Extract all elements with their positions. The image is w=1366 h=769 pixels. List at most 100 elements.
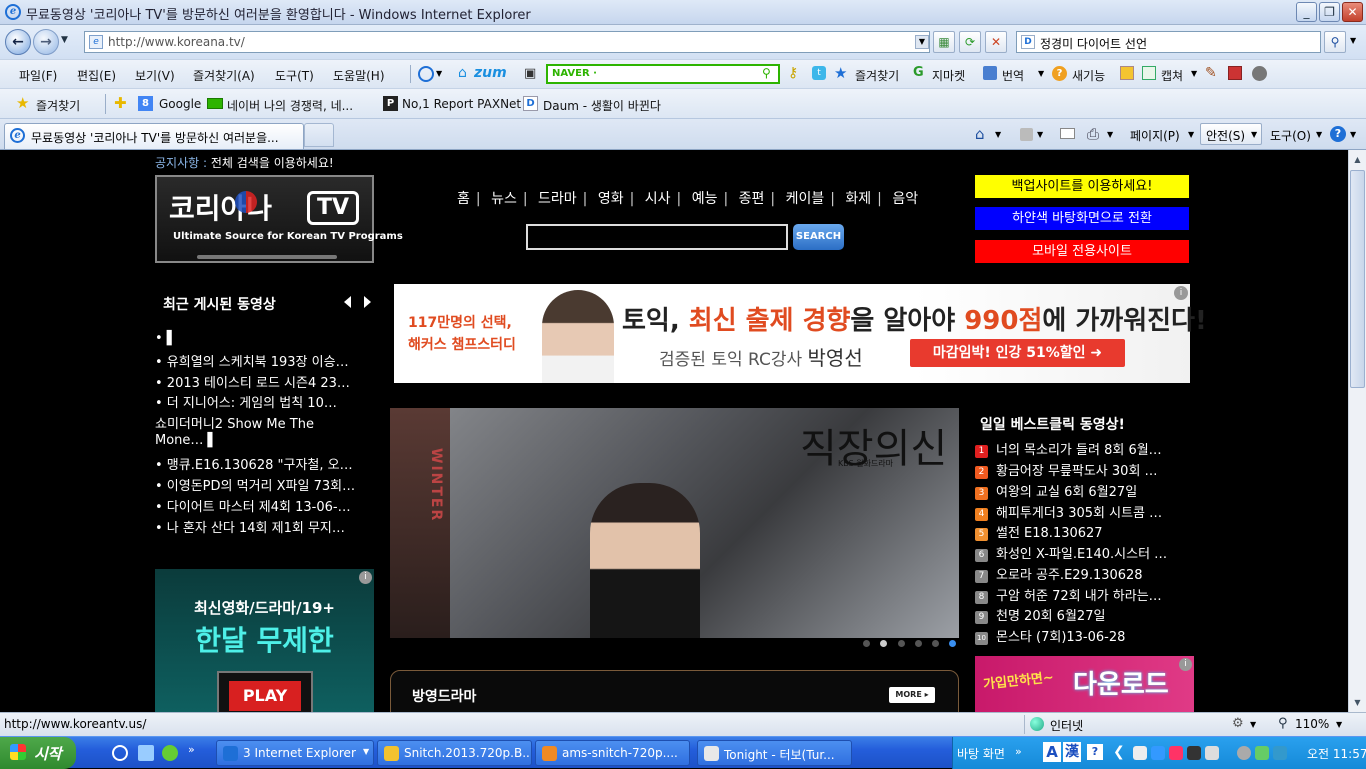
- address-dropdown-icon[interactable]: ▼: [915, 35, 929, 49]
- fav-link-paxnet[interactable]: No,1 Report PAXNet: [402, 97, 521, 111]
- best-item[interactable]: 2 황금어장 무릎팍도사 30회 …: [975, 460, 1158, 479]
- slider-dot[interactable]: [898, 640, 905, 647]
- more-button[interactable]: MORE ▸: [889, 687, 935, 703]
- nav-drama[interactable]: 드라마: [538, 191, 577, 207]
- best-item-label[interactable]: 너의 목소리가 들려 8회 6월…: [996, 443, 1162, 458]
- search-field[interactable]: D 정경미 다이어트 선언: [1016, 31, 1321, 53]
- list-item[interactable]: • 2013 테이스티 로드 시즌4 23…: [155, 372, 350, 391]
- search-options-icon[interactable]: ▼: [1350, 36, 1356, 45]
- tab-active[interactable]: e 무료동영상 '코리아나 TV'를 방문하신 여러분을...: [4, 123, 304, 149]
- nav-music[interactable]: 음악: [892, 191, 918, 207]
- translate-icon[interactable]: [983, 66, 997, 80]
- tray-sound-icon[interactable]: [1237, 746, 1251, 760]
- best-item-label[interactable]: 화성인 X-파일.E140.시스터 …: [996, 547, 1167, 562]
- maximize-button[interactable]: ❐: [1319, 2, 1340, 22]
- ime-lang-a[interactable]: A: [1043, 742, 1061, 762]
- quicklaunch-ie-icon[interactable]: [112, 745, 128, 761]
- best-item-label[interactable]: 해피투게더3 305회 시트콤 …: [996, 506, 1162, 521]
- ime-lang-hanja[interactable]: 漢: [1063, 742, 1081, 762]
- banner-ad-unlimited[interactable]: 최신영화/드라마/19+ 한달 무제한 PLAY i: [155, 569, 374, 712]
- toolbar-translate[interactable]: 번역: [1002, 67, 1024, 84]
- toolbar-gmarket[interactable]: 지마켓: [932, 67, 965, 84]
- zum-label[interactable]: zum: [474, 65, 507, 81]
- best-item[interactable]: 10 몬스타 (7회)13-06-28: [975, 626, 1125, 645]
- favorites-star-icon[interactable]: ★: [834, 64, 847, 82]
- capture-icon[interactable]: [1142, 66, 1156, 80]
- ad-info-icon[interactable]: i: [359, 571, 372, 584]
- best-item-label[interactable]: 썰전 E18.130627: [996, 526, 1103, 541]
- save-icon[interactable]: ▣: [524, 66, 536, 81]
- favorites-label[interactable]: 즐겨찾기: [36, 97, 80, 114]
- ad-info-icon[interactable]: i: [1179, 658, 1192, 671]
- best-item[interactable]: 9 천명 20회 6월27일: [975, 605, 1105, 624]
- best-item-label[interactable]: 몬스타 (7회)13-06-28: [996, 630, 1125, 645]
- menu-tools[interactable]: 도구(T): [275, 67, 314, 84]
- list-item[interactable]: • 나 혼자 산다 14회 제1회 무지…: [155, 517, 345, 536]
- scroll-thumb[interactable]: [1350, 170, 1365, 388]
- tray-app2-icon[interactable]: [1187, 746, 1201, 760]
- more-options-icon[interactable]: [1252, 66, 1267, 81]
- translate-dropdown-icon[interactable]: ▼: [1038, 69, 1044, 78]
- menu-view[interactable]: 보기(V): [135, 67, 175, 84]
- feeds-dropdown-icon[interactable]: ▼: [1037, 130, 1043, 139]
- list-item[interactable]: • 더 지니어스: 게임의 법칙 10…: [155, 392, 337, 411]
- tools-dropdown-icon[interactable]: ▼: [1316, 130, 1322, 139]
- menu-edit[interactable]: 편집(E): [77, 67, 116, 84]
- best-item-label[interactable]: 천명 20회 6월27일: [996, 609, 1105, 624]
- gmarket-icon[interactable]: G: [913, 65, 924, 80]
- vertical-scrollbar[interactable]: ▲ ▼: [1348, 150, 1366, 712]
- task-snitch[interactable]: Snitch.2013.720p.B...: [377, 740, 532, 766]
- fav-link-naver[interactable]: 네이버 나의 경쟁력, 네...: [227, 97, 353, 114]
- twitter-icon[interactable]: t: [812, 66, 826, 80]
- best-item[interactable]: 6 화성인 X-파일.E140.시스터 …: [975, 543, 1167, 562]
- back-button[interactable]: ←: [5, 29, 31, 55]
- nav-movie[interactable]: 영화: [598, 191, 624, 207]
- tab-title[interactable]: 무료동영상 '코리아나 TV'를 방문하신 여러분을...: [31, 129, 279, 146]
- clock[interactable]: 오전 11:57: [1307, 745, 1366, 762]
- nav-current[interactable]: 시사: [645, 191, 671, 207]
- best-item-label[interactable]: 오로라 공주.E29.130628: [996, 568, 1143, 583]
- address-url[interactable]: http://www.koreana.tv/: [108, 35, 245, 49]
- help-new-icon[interactable]: ?: [1052, 66, 1067, 81]
- list-item[interactable]: • 맹큐.E16.130628 "구자철, 오…: [155, 454, 353, 473]
- close-button[interactable]: ✕: [1342, 2, 1363, 22]
- naver-search-input[interactable]: NAVER · ⚲: [546, 64, 780, 84]
- best-item-label[interactable]: 구암 허준 72회 내가 하라는…: [996, 589, 1162, 604]
- tray-media-icon[interactable]: [1133, 746, 1147, 760]
- cmd-safety-button[interactable]: 안전(S) ▼: [1200, 123, 1262, 145]
- toolbar-capture[interactable]: 캡쳐: [1161, 67, 1183, 84]
- addon-red-icon[interactable]: [1228, 66, 1242, 80]
- banner-ad-download[interactable]: 가입만하면~ 다운로드 i: [975, 656, 1194, 712]
- feeds-icon[interactable]: [1020, 128, 1033, 141]
- forward-button[interactable]: →: [33, 29, 59, 55]
- fav-link-daum[interactable]: Daum - 생활이 바뀐다: [543, 97, 661, 114]
- start-button[interactable]: 시작: [0, 737, 76, 769]
- slider-dot-active[interactable]: [949, 640, 956, 647]
- stop-icon[interactable]: ✕: [985, 31, 1007, 53]
- task-ie[interactable]: 3 Internet Explorer ▼: [216, 740, 374, 766]
- mail-icon[interactable]: [1060, 128, 1075, 139]
- task-tonight[interactable]: Tonight - 터보(Tur...: [697, 740, 852, 766]
- ime-help-icon[interactable]: ?: [1087, 744, 1103, 760]
- cmd-safety[interactable]: 안전(S): [1206, 127, 1245, 144]
- best-item[interactable]: 4 해피투게더3 305회 시트콤 …: [975, 502, 1162, 521]
- slider-dot[interactable]: [880, 640, 887, 647]
- list-item[interactable]: Mone… ▌: [155, 433, 218, 448]
- list-item[interactable]: 쇼미더머니2 Show Me The: [155, 413, 314, 432]
- notice-text[interactable]: 전체 검색을 이용하세요!: [211, 156, 334, 170]
- quicklaunch-more-icon[interactable]: »: [188, 743, 195, 756]
- addon-dropdown-icon[interactable]: ▼: [436, 69, 442, 78]
- history-dropdown-icon[interactable]: ▼: [61, 35, 68, 45]
- backup-site-button[interactable]: 백업사이트를 이용하세요!: [975, 175, 1189, 198]
- fav-link-google[interactable]: Google: [159, 97, 201, 111]
- scroll-down-icon[interactable]: ▼: [1350, 694, 1365, 711]
- help-icon[interactable]: ?: [1330, 126, 1346, 142]
- quicklaunch-media-icon[interactable]: [162, 745, 178, 761]
- status-zoom[interactable]: 110%: [1295, 717, 1329, 731]
- broom-icon[interactable]: ✎: [1205, 65, 1217, 81]
- recent-prev-icon[interactable]: [344, 296, 351, 308]
- menu-help[interactable]: 도움말(H): [333, 67, 385, 84]
- title-bar[interactable]: e 무료동영상 '코리아나 TV'를 방문하신 여러분을 환영합니다 - Win…: [0, 0, 1366, 25]
- list-item[interactable]: • 이영돈PD의 먹거리 X파일 73회…: [155, 475, 355, 494]
- home-icon[interactable]: ⌂: [975, 125, 985, 143]
